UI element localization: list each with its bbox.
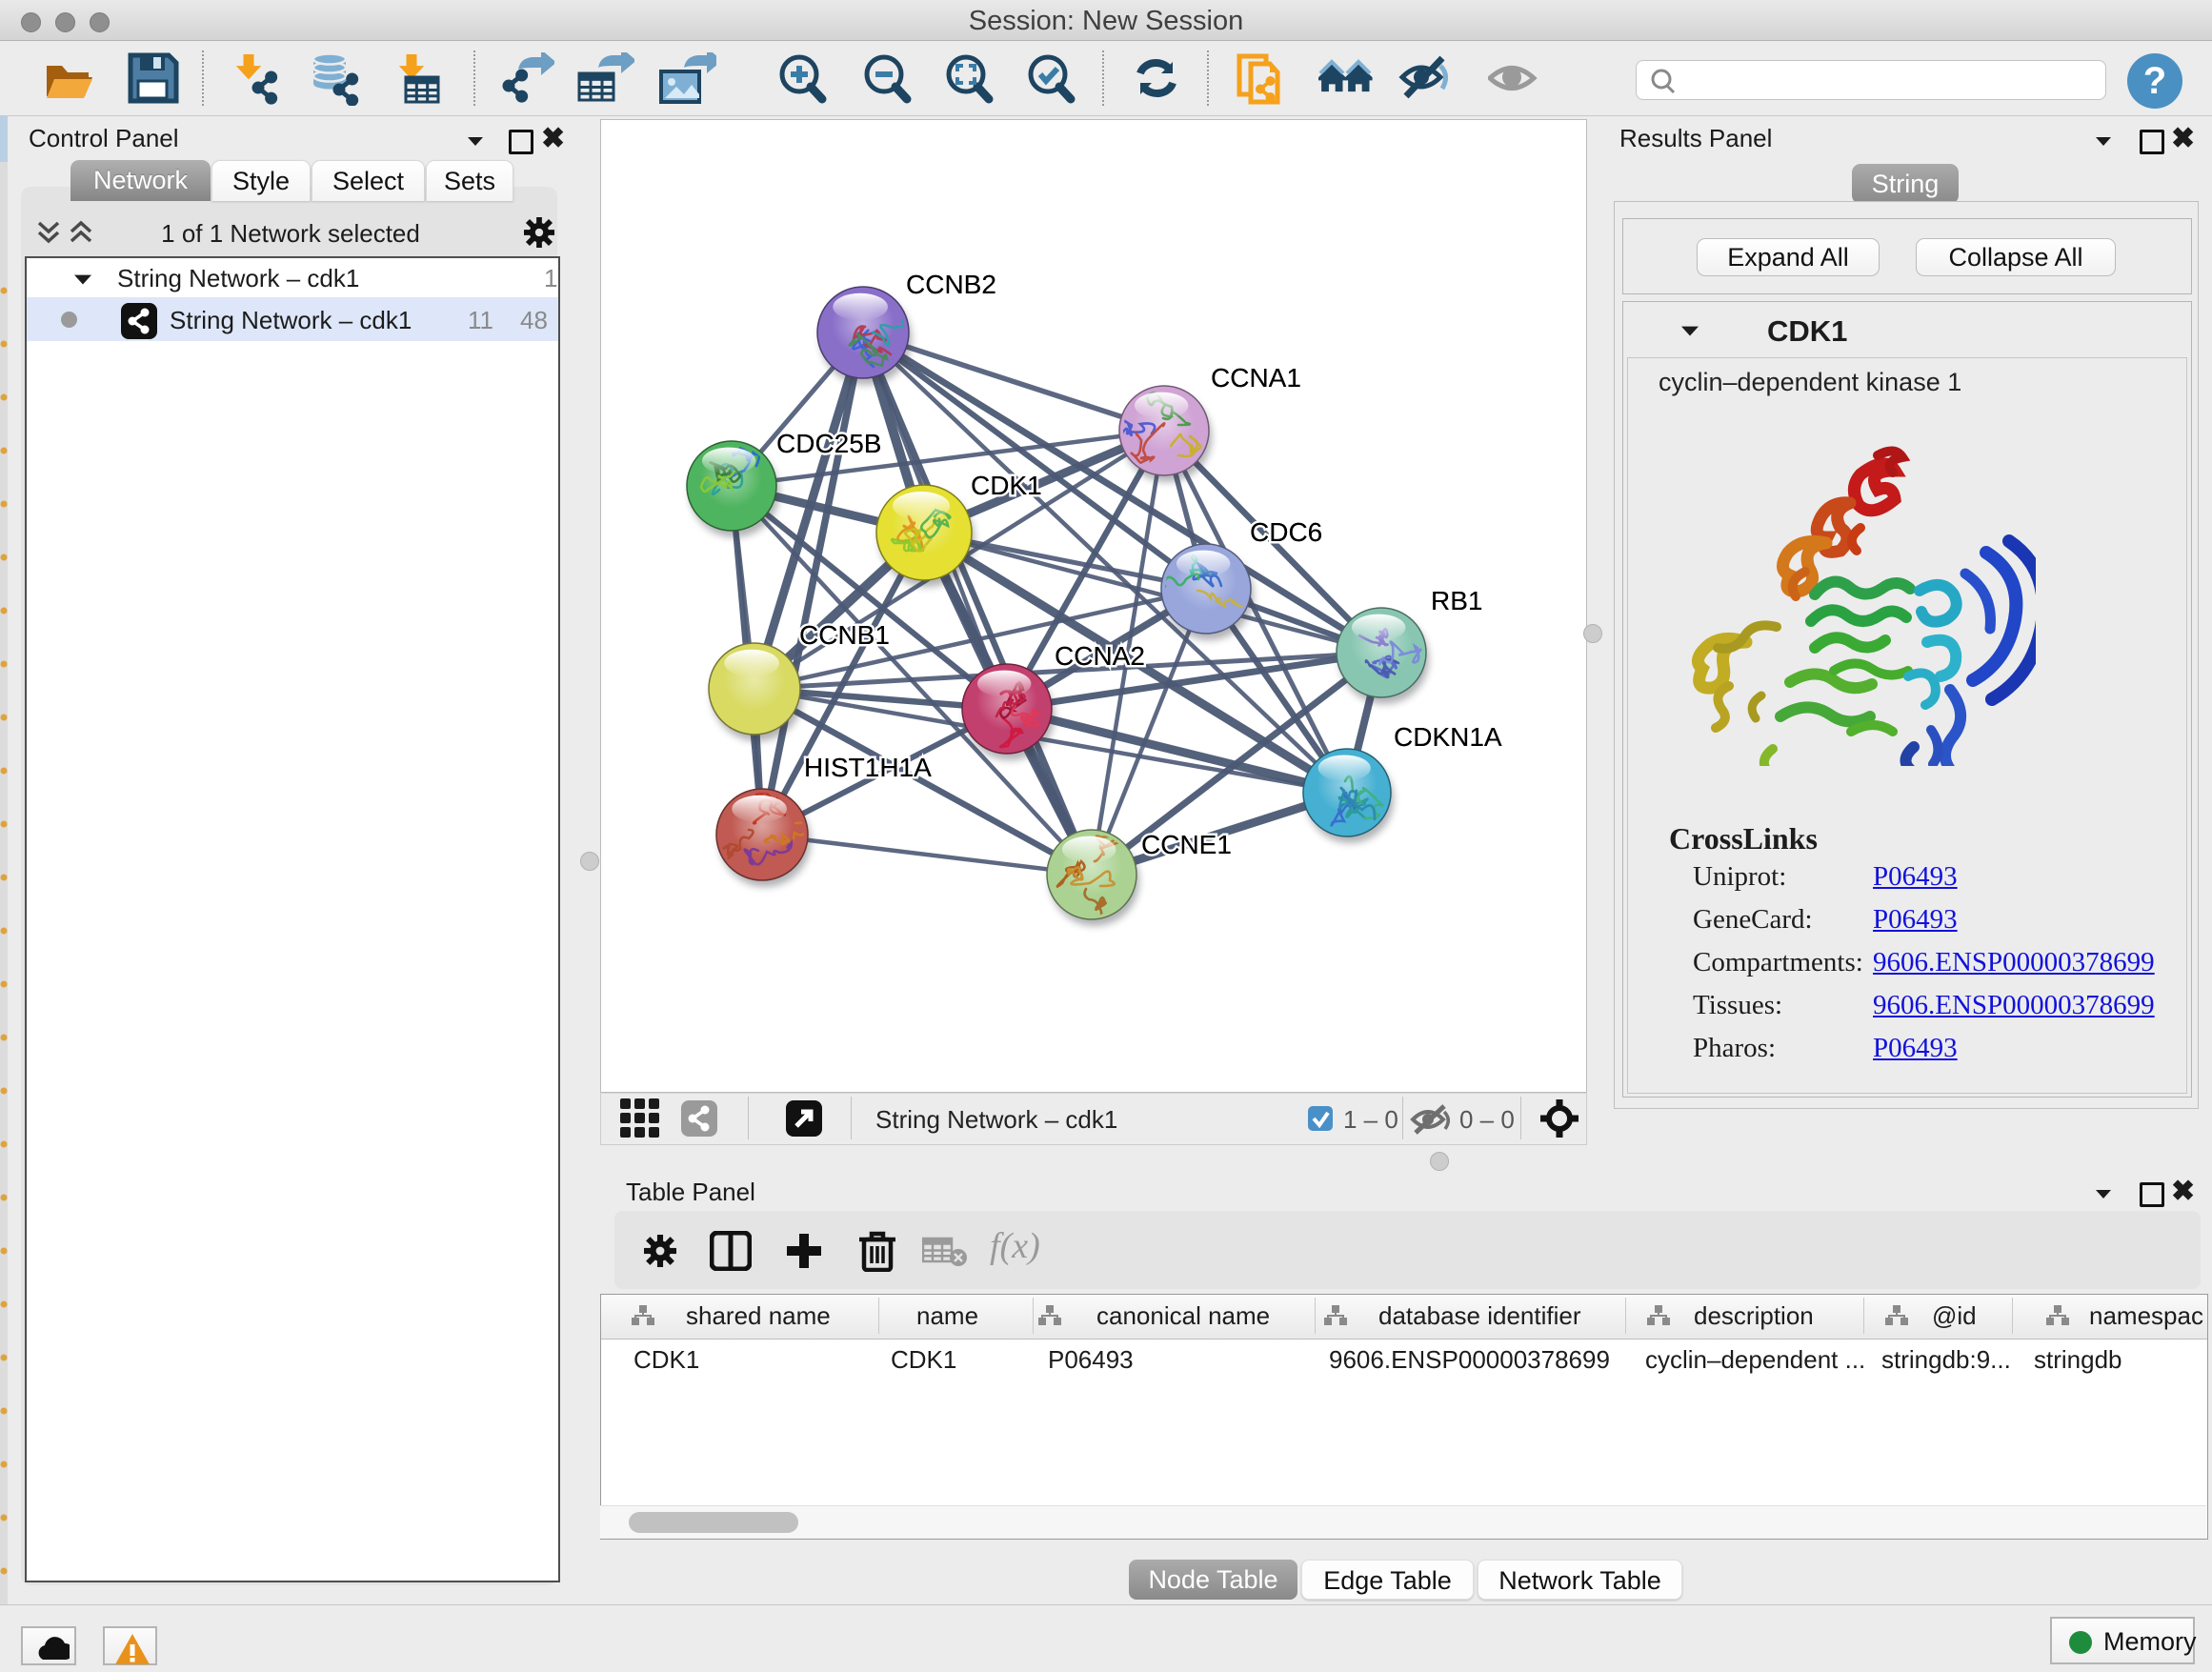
svg-text:CDK1: CDK1 [971, 471, 1042, 500]
svg-text:CCNA1: CCNA1 [1211, 363, 1301, 393]
svg-text:HIST1H1A: HIST1H1A [804, 753, 932, 782]
svg-text:?: ? [2143, 60, 2166, 102]
svg-text:CCNB1: CCNB1 [799, 620, 890, 650]
svg-text:CDKN1A: CDKN1A [1394, 722, 1502, 752]
svg-text:CCNE1: CCNE1 [1141, 830, 1232, 859]
svg-text:CCNB2: CCNB2 [906, 270, 996, 299]
svg-text:CDC6: CDC6 [1250, 517, 1322, 547]
svg-text:CDC25B: CDC25B [776, 429, 881, 458]
svg-text:RB1: RB1 [1431, 586, 1482, 615]
svg-text:CCNA2: CCNA2 [1055, 641, 1145, 671]
